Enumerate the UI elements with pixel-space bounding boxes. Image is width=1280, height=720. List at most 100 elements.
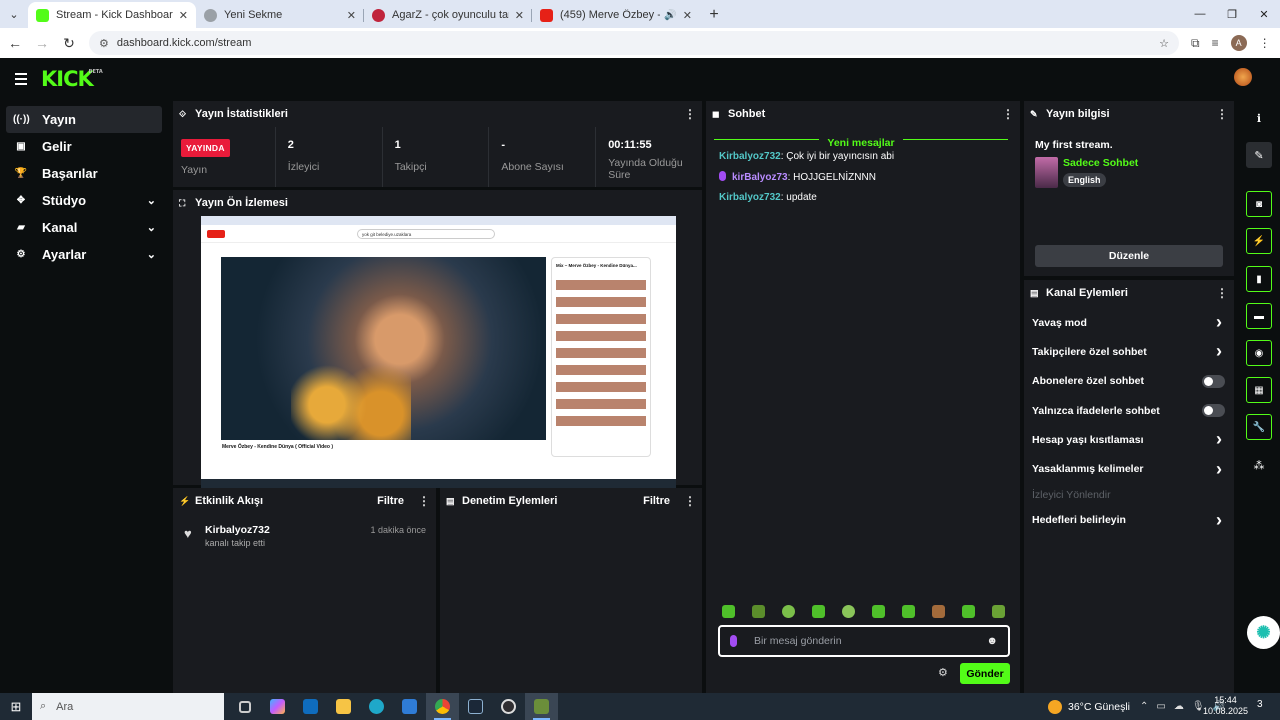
chat-icon[interactable]: ▬ [1246,303,1272,329]
chevron-down-icon[interactable]: ⌄ [147,221,156,234]
chat-settings-gear-icon[interactable]: ⚙ [938,666,948,679]
category-name[interactable]: Sadece Sohbet [1063,157,1138,169]
menu-kebab-icon[interactable]: ⋮ [1259,36,1271,50]
emote-icon[interactable] [872,605,885,618]
emote-icon[interactable] [932,605,945,618]
outlook-icon[interactable] [294,693,327,720]
stream-preview-video[interactable]: yok git belediye.uzaklara Merve Özbey - … [201,216,676,488]
audio-playing-icon[interactable]: 🔊 [664,10,676,21]
close-tab-icon[interactable]: ✕ [683,9,692,22]
moderation-filter-button[interactable]: Filtre [643,495,670,507]
chevron-down-icon[interactable]: ⌄ [147,194,156,207]
bookmark-star-icon[interactable]: ☆ [1159,37,1169,50]
reload-icon[interactable]: ↻ [57,35,81,52]
chevron-right-icon[interactable]: › [1216,510,1222,531]
restore-icon[interactable]: ❐ [1216,0,1248,28]
chrome-icon[interactable] [426,693,459,720]
steam-icon[interactable] [459,693,492,720]
channel-action-item[interactable]: Hesap yaşı kısıtlaması › [1024,425,1234,454]
wrench-icon[interactable]: 🔧 [1246,414,1272,440]
obs-icon[interactable] [492,693,525,720]
close-tab-icon[interactable]: ✕ [347,9,356,22]
chat-username[interactable]: kirBalyoz73 [732,172,788,183]
add-widget-icon[interactable]: ⁂ [1246,452,1272,478]
chat-input[interactable]: Bir mesaj gönderin ☻ [718,625,1010,657]
chat-menu-icon[interactable]: ⋮ [1002,107,1014,121]
clock[interactable]: 15:44 10.08.2025 [1203,695,1248,717]
chevron-right-icon[interactable]: › [1216,429,1222,450]
chevron-down-icon[interactable]: ⌄ [147,248,156,261]
hamburger-menu-icon[interactable] [15,73,27,88]
copilot-icon[interactable] [261,693,294,720]
emote-icon[interactable] [812,605,825,618]
close-tab-icon[interactable]: ✕ [179,9,188,22]
emote-icon[interactable] [782,605,795,618]
user-avatar[interactable] [1234,68,1252,86]
new-messages-divider[interactable]: Yeni mesajlar [714,133,1008,149]
site-info-icon[interactable]: ⚙ [99,37,109,50]
minecraft-icon[interactable] [525,693,558,720]
channel-actions-menu-icon[interactable]: ⋮ [1216,286,1228,300]
edge-icon[interactable] [360,693,393,720]
activity-filter-button[interactable]: Filtre [377,495,404,507]
windows-start-icon[interactable]: ⊞ [0,699,32,715]
profile-avatar[interactable]: A [1230,35,1247,51]
channel-action-item[interactable]: Yavaş mod › [1024,308,1234,337]
taskbar-search[interactable]: ⌕ Ara [32,693,224,720]
emote-icon[interactable] [992,605,1005,618]
chevron-right-icon[interactable]: › [1216,459,1222,480]
channel-action-item[interactable]: Yasaklanmış kelimeler › [1024,454,1234,483]
moderation-menu-icon[interactable]: ⋮ [684,494,696,508]
address-bar[interactable]: ⚙ dashboard.kick.com/stream ☆ [89,31,1179,55]
toggle-switch[interactable] [1202,404,1225,418]
tab-youtube[interactable]: (459) Merve Özbey - Kendi 🔊 ✕ [532,2,700,28]
weather-text[interactable]: 36°C Güneşli [1068,701,1130,713]
edit-button[interactable]: Düzenle [1035,245,1223,267]
channel-action-item[interactable]: Yalnızca ifadelerle sohbet [1024,396,1234,425]
kick-logo[interactable]: KICK BETA [41,67,103,91]
close-tab-icon[interactable]: ✕ [515,9,524,22]
chevron-right-icon[interactable]: › [1216,312,1222,333]
sidebar-item-channel[interactable]: ▰ Kanal ⌄ [6,214,162,241]
stats-menu-icon[interactable]: ⋮ [684,107,696,121]
activity-menu-icon[interactable]: ⋮ [418,494,430,508]
toggle-switch[interactable] [1202,374,1225,388]
forward-icon[interactable]: → [30,35,54,51]
tab-kick-dashboard[interactable]: Stream - Kick Dashboard ✕ [28,2,196,28]
device-icon[interactable]: ▭ [1156,701,1165,712]
send-button[interactable]: Gönder [960,663,1010,684]
chevron-right-icon[interactable]: › [1216,341,1222,362]
channel-action-item[interactable]: Hedefleri belirleyin › [1024,506,1234,535]
emote-icon[interactable] [962,605,975,618]
notifications-badge[interactable]: 3 [1257,699,1263,710]
emoji-picker-icon[interactable]: ☻ [986,635,998,647]
cloud-icon[interactable]: ☁ [1174,701,1184,712]
channel-action-item[interactable]: Takipçilere özel sohbet › [1024,337,1234,366]
emote-icon[interactable] [722,605,735,618]
chatgpt-extension-icon[interactable]: ✺ [1247,616,1280,649]
file-explorer-icon[interactable] [327,693,360,720]
chat-username[interactable]: Kirbalyoz732 [719,192,781,203]
edit-pencil-icon[interactable]: ✎ [1246,142,1272,168]
task-view-icon[interactable] [228,693,261,720]
tab-search-icon[interactable]: ⌄ [0,0,28,28]
chevron-up-icon[interactable]: ⌃ [1140,701,1148,712]
sidebar-item-settings[interactable]: ⚙ Ayarlar ⌄ [6,241,162,268]
sidebar-item-broadcast[interactable]: ((·)) Yayın [6,106,162,133]
back-icon[interactable]: ← [3,35,27,51]
layout-icon[interactable]: ▦ [1246,377,1272,403]
tab-new-tab[interactable]: Yeni Sekme ✕ [196,2,364,28]
sidebar-item-studio[interactable]: ✥ Stüdyo ⌄ [6,187,162,214]
channel-action-item[interactable]: Abonelere özel sohbet [1024,367,1234,396]
minimize-icon[interactable]: — [1184,0,1216,28]
document-icon[interactable]: ▮ [1246,266,1272,292]
info-icon[interactable]: ℹ [1246,105,1272,131]
camera-focus-icon[interactable]: ◙ [1246,191,1272,217]
close-window-icon[interactable]: ✕ [1248,0,1280,28]
sidebar-item-trophy[interactable]: 🏆 Başarılar [6,160,162,187]
emote-icon[interactable] [752,605,765,618]
sidebar-item-revenue[interactable]: ▣ Gelir [6,133,162,160]
emote-icon[interactable] [842,605,855,618]
extensions-icon[interactable]: ⧉ [1191,36,1200,51]
media-controls-icon[interactable]: ≡ [1212,36,1219,50]
